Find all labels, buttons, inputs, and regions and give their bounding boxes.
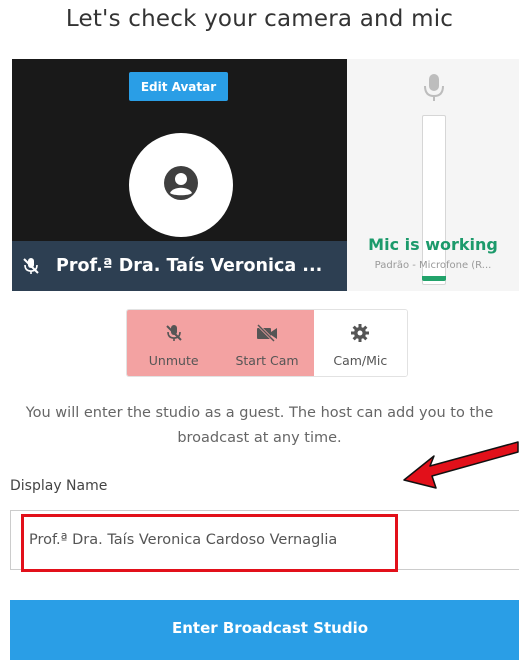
participant-name-bar: Prof.ª Dra. Taís Veronica ... <box>12 241 347 291</box>
media-controls: Unmute Start Cam Cam/Mic <box>126 309 408 377</box>
edit-avatar-button[interactable]: Edit Avatar <box>129 72 228 101</box>
mic-off-icon <box>20 255 42 277</box>
mic-off-icon <box>164 319 184 347</box>
mic-panel: Mic is working Padrão - Microfone (R... <box>347 59 519 291</box>
video-off-icon <box>256 319 278 347</box>
participant-name: Prof.ª Dra. Taís Veronica ... <box>56 256 323 276</box>
user-icon <box>162 164 200 206</box>
unmute-label: Unmute <box>148 352 199 368</box>
microphone-icon <box>422 73 446 107</box>
avatar <box>129 133 233 237</box>
enter-broadcast-studio-button[interactable]: Enter Broadcast Studio <box>10 600 519 660</box>
mic-status: Mic is working <box>368 235 498 254</box>
mic-device: Padrão - Microfone (R... <box>374 260 492 271</box>
unmute-button[interactable]: Unmute <box>127 310 221 376</box>
display-name-field[interactable] <box>10 510 519 570</box>
page-title: Let's check your camera and mic <box>65 6 454 32</box>
cam-mic-settings-button[interactable]: Cam/Mic <box>313 310 407 376</box>
gear-icon <box>350 319 370 347</box>
mic-level-fill <box>422 276 446 281</box>
start-cam-label: Start Cam <box>235 352 299 368</box>
cam-mic-label: Cam/Mic <box>333 352 388 368</box>
start-cam-button[interactable]: Start Cam <box>220 310 314 376</box>
annotation-arrow-icon <box>400 440 519 494</box>
display-name-label: Display Name <box>10 478 108 494</box>
camera-preview: Edit Avatar Prof.ª Dra. Taís Veronica ..… <box>12 59 347 291</box>
